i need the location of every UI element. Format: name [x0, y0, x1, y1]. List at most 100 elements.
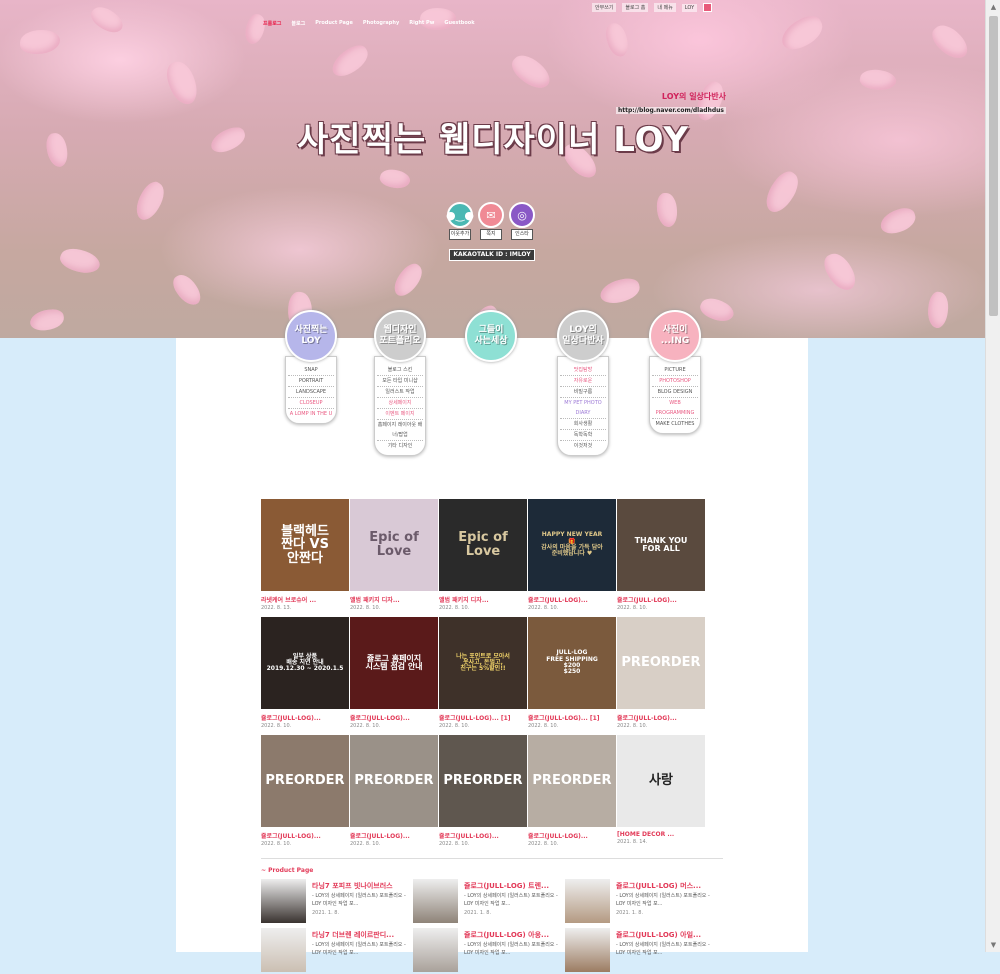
- post-thumbnail[interactable]: 블랙헤드 짠다 VS 안짠다: [261, 499, 349, 591]
- category-item[interactable]: 독학독학: [560, 430, 606, 441]
- post-thumbnail[interactable]: PREORDER: [617, 617, 705, 709]
- post-title[interactable]: 쥴로그(JULL-LOG)...: [617, 595, 705, 604]
- post-thumbnail[interactable]: 쥴로그 홈페이지 시스템 점검 안내: [350, 617, 438, 709]
- post-card[interactable]: 블랙헤드 짠다 VS 안짠다 라넷케어 브로슈어 ... 2022. 8. 13.: [261, 499, 349, 611]
- category-item[interactable]: MY PET PHOTO DIARY: [560, 398, 606, 419]
- category-item[interactable]: PICTURE: [652, 365, 698, 376]
- category-item[interactable]: 자유로운: [560, 376, 606, 387]
- util-item[interactable]: LOY: [681, 3, 698, 12]
- category-item[interactable]: CLOSEUP: [288, 398, 334, 409]
- post-thumbnail[interactable]: PREORDER: [350, 735, 438, 827]
- kakao-friend-icon[interactable]: ●‿●: [446, 202, 474, 228]
- product-thumbnail[interactable]: [565, 879, 610, 923]
- category-item[interactable]: 상세페이지: [377, 398, 423, 409]
- post-thumbnail[interactable]: Epic of Love: [439, 499, 527, 591]
- category-item[interactable]: 일러스트 작업: [377, 387, 423, 398]
- category-item[interactable]: MAKE CLOTHES: [652, 419, 698, 429]
- social-button[interactable]: ●‿● 이웃추가: [446, 202, 474, 240]
- post-card[interactable]: PREORDER 쥴로그(JULL-LOG)... 2022. 8. 10.: [439, 735, 527, 847]
- post-thumbnail[interactable]: Epic of Love: [350, 499, 438, 591]
- post-card[interactable]: Epic of Love 앨범 패키지 디자... 2022. 8. 10.: [350, 499, 438, 611]
- post-card[interactable]: PREORDER 쥴로그(JULL-LOG)... 2022. 8. 10.: [617, 617, 705, 729]
- post-card[interactable]: 사랑 [HOME DECOR ... 2021. 8. 14.: [617, 735, 705, 845]
- post-card[interactable]: HAPPY NEW YEAR 🎁 감사의 마음을 가득 담아 준비했답니다 ♥ 쥴…: [528, 499, 616, 611]
- scrollbar[interactable]: ▲ ▼: [985, 0, 1000, 952]
- post-card[interactable]: 나는 포인트로 모아서 옷사고, 돈벌고, 친구는 5%할인!! 쥴로그(JULL…: [439, 617, 527, 729]
- post-thumbnail[interactable]: 일부 상품 배송 지연 안내 2019.12.30 ~ 2020.1.5: [261, 617, 349, 709]
- category-item[interactable]: 블로그 스킨: [377, 365, 423, 376]
- category-item[interactable]: 회사생활: [560, 419, 606, 430]
- post-card[interactable]: PREORDER 쥴로그(JULL-LOG)... 2022. 8. 10.: [528, 735, 616, 847]
- category-item[interactable]: A LOMP IN THE U: [288, 409, 334, 419]
- category-title[interactable]: 사진이 ...ING: [649, 310, 701, 362]
- product-title[interactable]: 타닝7 더브렌 레이르판디...: [312, 930, 394, 940]
- product-thumbnail[interactable]: [413, 928, 458, 972]
- product-item[interactable]: 쥴로그(JULL-LOG) 아일... - LOY의 상세페이지 (일러스트) 포…: [565, 928, 715, 974]
- category-item[interactable]: LANDSCAPE: [288, 387, 334, 398]
- nav-item[interactable]: Product Page: [315, 20, 353, 27]
- category-item[interactable]: 비밀구름: [560, 387, 606, 398]
- scroll-thumb[interactable]: [989, 16, 998, 316]
- post-thumbnail[interactable]: THANK YOU FOR ALL: [617, 499, 705, 591]
- post-thumbnail[interactable]: 나는 포인트로 모아서 옷사고, 돈벌고, 친구는 5%할인!!: [439, 617, 527, 709]
- post-thumbnail[interactable]: PREORDER: [261, 735, 349, 827]
- product-item[interactable]: 타닝7 포피프 빗나이브러스 - LOY의 상세페이지 (일러스트) 포트폴리오 …: [261, 879, 411, 925]
- post-title[interactable]: 앨범 패키지 디자...: [439, 595, 527, 604]
- product-title[interactable]: 타닝7 포피프 빗나이브러스: [312, 881, 393, 891]
- menu-grid-icon[interactable]: [703, 3, 713, 12]
- category-item[interactable]: BLOG DESIGN: [652, 387, 698, 398]
- product-thumbnail[interactable]: [565, 928, 610, 972]
- social-button[interactable]: ✉ 쪽지: [477, 202, 505, 240]
- post-thumbnail[interactable]: 사랑: [617, 735, 705, 827]
- category-item[interactable]: 홈페이지 레이아웃 배너/팝업: [377, 420, 423, 441]
- product-title[interactable]: 쥴로그(JULL-LOG) 아웅...: [464, 930, 549, 940]
- category-title[interactable]: LOY의 일상다반사: [557, 310, 609, 362]
- post-title[interactable]: 쥴로그(JULL-LOG)...: [350, 713, 438, 722]
- post-card[interactable]: 일부 상품 배송 지연 안내 2019.12.30 ~ 2020.1.5 쥴로그(…: [261, 617, 349, 729]
- category-item[interactable]: 이것저것: [560, 441, 606, 451]
- product-title[interactable]: 쥴로그(JULL-LOG) 트렌...: [464, 881, 549, 891]
- post-title[interactable]: 쥴로그(JULL-LOG)...: [528, 831, 616, 840]
- post-title[interactable]: 쥴로그(JULL-LOG)... [1]: [528, 713, 616, 722]
- post-title[interactable]: 앨범 패키지 디자...: [350, 595, 438, 604]
- category-title[interactable]: 사진찍는 LOY: [285, 310, 337, 362]
- nav-item[interactable]: 블로그: [291, 20, 305, 27]
- product-item[interactable]: 쥴로그(JULL-LOG) 아웅... - LOY의 상세페이지 (일러스트) 포…: [413, 928, 563, 974]
- product-thumbnail[interactable]: [261, 928, 306, 972]
- post-card[interactable]: 쥴로그 홈페이지 시스템 점검 안내 쥴로그(JULL-LOG)... 2022. …: [350, 617, 438, 729]
- product-item[interactable]: 쥴로그(JULL-LOG) 트렌... - LOY의 상세페이지 (일러스트) 포…: [413, 879, 563, 925]
- category-title[interactable]: 그들이 사는세상: [465, 310, 517, 362]
- category-item[interactable]: SNAP: [288, 365, 334, 376]
- util-item[interactable]: 안부쓰기: [592, 3, 617, 12]
- product-item[interactable]: 타닝7 더브렌 레이르판디... - LOY의 상세페이지 (일러스트) 포트폴리…: [261, 928, 411, 974]
- post-title[interactable]: 쥴로그(JULL-LOG)...: [350, 831, 438, 840]
- product-title[interactable]: 쥴로그(JULL-LOG) 머스...: [616, 881, 701, 891]
- post-title[interactable]: 쥴로그(JULL-LOG)...: [261, 831, 349, 840]
- post-card[interactable]: PREORDER 쥴로그(JULL-LOG)... 2022. 8. 10.: [261, 735, 349, 847]
- category-item[interactable]: 맛집탐방: [560, 365, 606, 376]
- post-card[interactable]: Epic of Love 앨범 패키지 디자... 2022. 8. 10.: [439, 499, 527, 611]
- product-title[interactable]: 쥴로그(JULL-LOG) 아일...: [616, 930, 701, 940]
- instagram-icon[interactable]: ◎: [509, 202, 535, 228]
- product-item[interactable]: 쥴로그(JULL-LOG) 머스... - LOY의 상세페이지 (일러스트) 포…: [565, 879, 715, 925]
- nav-item[interactable]: 프롤로그: [263, 20, 281, 27]
- category-title[interactable]: 웹디자인 포트폴리오: [374, 310, 426, 362]
- post-title[interactable]: 쥴로그(JULL-LOG)... [1]: [439, 713, 527, 722]
- category-item[interactable]: PHOTOSHOP: [652, 376, 698, 387]
- mail-icon[interactable]: ✉: [478, 202, 504, 228]
- post-title[interactable]: [HOME DECOR ...: [617, 831, 705, 838]
- product-thumbnail[interactable]: [261, 879, 306, 923]
- category-item[interactable]: WEB PROGRAMMING: [652, 398, 698, 419]
- nav-item[interactable]: Guestbook: [444, 20, 474, 27]
- post-card[interactable]: JULL-LOG FREE SHIPPING $200 $250 쥴로그(JULL…: [528, 617, 616, 729]
- post-card[interactable]: PREORDER 쥴로그(JULL-LOG)... 2022. 8. 10.: [350, 735, 438, 847]
- product-thumbnail[interactable]: [413, 879, 458, 923]
- post-title[interactable]: 쥴로그(JULL-LOG)...: [261, 713, 349, 722]
- category-item[interactable]: 모든 타입 미니샵: [377, 376, 423, 387]
- category-item[interactable]: 이벤트 페이지: [377, 409, 423, 420]
- post-thumbnail[interactable]: PREORDER: [528, 735, 616, 827]
- post-thumbnail[interactable]: JULL-LOG FREE SHIPPING $200 $250: [528, 617, 616, 709]
- social-button[interactable]: ◎ 인스타: [508, 202, 536, 240]
- scroll-up-icon[interactable]: ▲: [986, 0, 1000, 14]
- post-card[interactable]: THANK YOU FOR ALL 쥴로그(JULL-LOG)... 2022. 8…: [617, 499, 705, 611]
